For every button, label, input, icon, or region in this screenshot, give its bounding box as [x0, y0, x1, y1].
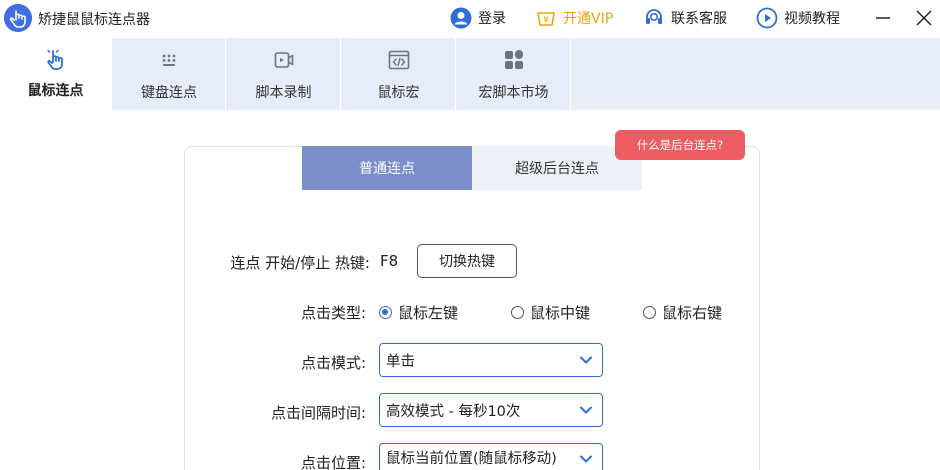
- click-mode-label: 点击模式:: [300, 354, 366, 372]
- hotkey-value: F8: [380, 252, 399, 270]
- minimize-icon: [876, 17, 890, 19]
- login-label: 登录: [478, 11, 506, 27]
- subtab-normal-click[interactable]: 普通连点: [302, 146, 472, 190]
- position-label: 点击位置:: [300, 454, 366, 470]
- play-icon: [756, 7, 778, 29]
- minimize-button[interactable]: [870, 6, 896, 30]
- tab-mouse-clicker[interactable]: 鼠标连点: [0, 38, 112, 110]
- login-button[interactable]: 登录: [450, 6, 506, 30]
- interval-value: 高效模式 - 每秒10次: [386, 403, 521, 420]
- svg-text:¥: ¥: [543, 16, 549, 26]
- close-button[interactable]: [911, 6, 937, 30]
- radio-label: 鼠标右键: [662, 304, 723, 322]
- radio-right-button[interactable]: 鼠标右键: [643, 302, 722, 323]
- title-bar: 矫捷鼠鼠标连点器 登录 ¥ 开通VIP 联系客服 视频教程: [0, 0, 940, 38]
- position-select[interactable]: 鼠标当前位置(随鼠标移动): [379, 443, 603, 470]
- tab-label: 键盘连点: [141, 85, 197, 101]
- position-value: 鼠标当前位置(随鼠标移动): [386, 450, 557, 467]
- chevron-down-icon: [580, 455, 592, 463]
- app-logo-icon: [4, 4, 32, 32]
- tutorial-label: 视频教程: [784, 11, 840, 27]
- radio-left-button[interactable]: 鼠标左键: [379, 302, 458, 323]
- main-tab-bar: 鼠标连点 键盘连点 脚本录制 鼠标宏 宏脚本市场: [0, 38, 940, 110]
- vip-label: 开通VIP: [563, 11, 614, 27]
- tab-label: 脚本录制: [255, 85, 312, 101]
- click-mode-select[interactable]: 单击: [379, 343, 603, 377]
- vip-coin-icon: ¥: [537, 12, 555, 26]
- radio-middle-button[interactable]: 鼠标中键: [511, 302, 590, 323]
- radio-indicator: [511, 306, 524, 319]
- switch-hotkey-button[interactable]: 切换热键: [417, 244, 517, 278]
- contact-support-button[interactable]: 联系客服: [643, 6, 727, 30]
- support-label: 联系客服: [671, 11, 727, 27]
- tab-label: 宏脚本市场: [478, 85, 549, 101]
- record-icon: [274, 52, 293, 68]
- click-type-label: 点击类型:: [300, 304, 366, 322]
- radio-indicator: [643, 306, 656, 319]
- app-title: 矫捷鼠鼠标连点器: [38, 12, 150, 28]
- radio-label: 鼠标左键: [398, 304, 459, 322]
- keyboard-icon: [162, 54, 176, 66]
- video-tutorial-button[interactable]: 视频教程: [756, 6, 840, 30]
- chevron-down-icon: [580, 406, 592, 414]
- radio-indicator: [379, 306, 392, 319]
- tab-keyboard-clicker[interactable]: 键盘连点: [113, 38, 226, 110]
- close-icon: [916, 10, 932, 26]
- tab-label: 鼠标连点: [27, 83, 84, 99]
- click-mode-value: 单击: [386, 353, 415, 370]
- code-window-icon: [388, 50, 409, 70]
- hotkey-label: 连点 开始/停止 热键:: [230, 254, 370, 272]
- pointer-hand-icon: [46, 49, 63, 70]
- interval-label: 点击间隔时间:: [270, 404, 366, 422]
- background-click-help-badge[interactable]: 什么是后台连点?: [615, 130, 745, 160]
- user-icon: [450, 7, 472, 29]
- radio-label: 鼠标中键: [530, 304, 591, 322]
- tab-macro-market[interactable]: 宏脚本市场: [457, 38, 571, 110]
- headset-icon: [646, 9, 662, 24]
- open-vip-button[interactable]: ¥ 开通VIP: [535, 6, 613, 30]
- tab-label: 鼠标宏: [377, 85, 420, 101]
- tab-script-record[interactable]: 脚本录制: [227, 38, 341, 110]
- chevron-down-icon: [580, 356, 592, 364]
- interval-select[interactable]: 高效模式 - 每秒10次: [379, 393, 603, 427]
- tab-mouse-macro[interactable]: 鼠标宏: [342, 38, 456, 110]
- grid-app-icon: [504, 50, 523, 69]
